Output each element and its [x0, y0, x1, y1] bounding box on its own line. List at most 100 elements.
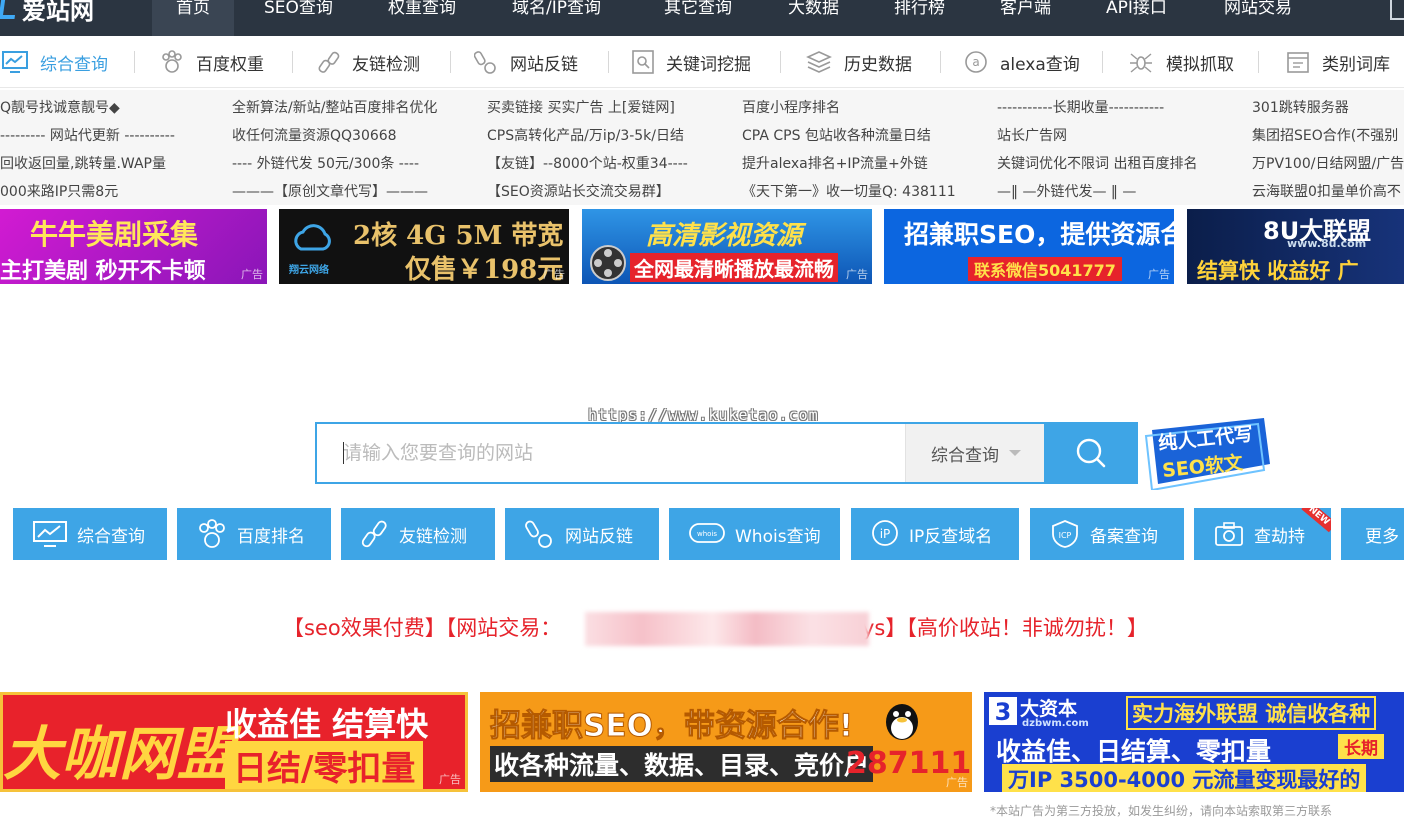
tool-history[interactable]: 历史数据	[806, 36, 912, 88]
ad-link[interactable]: —‖ —外链代发— ‖ —	[997, 178, 1197, 206]
divider	[292, 51, 293, 73]
quick-baidu-rank-button[interactable]: 百度排名	[177, 508, 331, 560]
ad-link[interactable]: 百度小程序排名	[742, 94, 956, 122]
nav-bigdata[interactable]: 大数据	[764, 0, 863, 36]
seo-article-badge[interactable]: 纯人工代写 SEO软文	[1144, 414, 1274, 492]
tool-keyword-mining[interactable]: 关键词挖掘	[632, 36, 751, 88]
ad-link[interactable]: 【SEO资源站长交流交易群】	[487, 178, 688, 206]
tool-category-words[interactable]: 类别词库	[1286, 36, 1390, 88]
quick-hijack-button[interactable]: 查劫持 NEW	[1194, 508, 1331, 560]
nav-corner-icon[interactable]	[1390, 0, 1404, 20]
ad-link[interactable]: 全新算法/新站/整站百度排名优化	[232, 94, 437, 122]
banner-ad-seo-job[interactable]: 招兼职SEO，提供资源合作 联系微信5041777 广告	[884, 209, 1174, 284]
nav-api[interactable]: API接口	[1082, 0, 1191, 36]
svg-text:iP: iP	[880, 527, 891, 541]
ad-link[interactable]: Q靓号找诚意靓号◆	[0, 94, 175, 122]
nav-home[interactable]: 首页	[152, 0, 234, 36]
tool-label: 关键词挖掘	[666, 54, 751, 75]
ad-link[interactable]: 万PV100/日结网盟/广告	[1252, 150, 1404, 178]
qq-penguin-icon	[886, 704, 918, 740]
quick-whois-button[interactable]: whois Whois查询	[669, 508, 840, 560]
nav-domain-ip[interactable]: 域名/IP查询	[488, 0, 625, 36]
banner-subline: 全网最清晰播放最流畅	[630, 253, 838, 282]
notice-left[interactable]: 【seo效果付费】【网站交易：	[283, 612, 561, 642]
link-column: 全新算法/新站/整站百度排名优化 收任何流量资源QQ30668 ---- 外链代…	[232, 94, 437, 206]
banner-ad-dakaw[interactable]: 大咖网盟 收益佳 结算快 日结/零扣量 广告	[0, 692, 468, 792]
ad-tag: 广告	[241, 268, 263, 281]
tool-crawl[interactable]: 模拟抓取	[1128, 36, 1234, 88]
divider	[780, 51, 781, 73]
banner-ad-8u[interactable]: 8U大联盟 www.8u.com 结算快 收益好 广	[1187, 209, 1404, 284]
ad-link[interactable]: -----------长期收量-----------	[997, 94, 1197, 122]
banner-subline: 收益佳、日结算、零扣量	[996, 737, 1272, 766]
select-value: 综合查询	[931, 445, 999, 466]
camera-icon	[1215, 522, 1243, 546]
link-column: 买卖链接 买实广告 上[爱链网] CPS高转化产品/万ip/3-5k/日结 【友…	[487, 94, 688, 206]
banner-tagline: 万IP 3500-4000 元流量变现最好的	[1002, 764, 1367, 792]
ad-link[interactable]: 买卖链接 买实广告 上[爱链网]	[487, 94, 688, 122]
quick-comprehensive-button[interactable]: 综合查询	[13, 508, 167, 560]
ad-link[interactable]: 云海联盟0扣量单价高不	[1252, 178, 1404, 206]
button-label: 友链检测	[399, 526, 467, 547]
divider	[1258, 51, 1259, 73]
tool-label: 类别词库	[1322, 54, 1390, 75]
banner-brand-url: dzbwm.com	[1022, 718, 1089, 729]
svg-text:whois: whois	[697, 530, 717, 538]
cloud-logo-icon	[294, 224, 331, 251]
tool-label: 模拟抓取	[1166, 54, 1234, 75]
banner-ad-dazibenwm[interactable]: 3 大资本 dzbwm.com 实力海外联盟 诚信收各种 收益佳、日结算、零扣量…	[984, 692, 1404, 792]
button-label: IP反查域名	[909, 526, 993, 547]
ad-link[interactable]: 关键词优化不限词 出租百度排名	[997, 150, 1197, 178]
ad-link[interactable]: ---- 外链代发 50元/300条 ----	[232, 150, 437, 178]
banner-ad-server[interactable]: 翔云网络 2核 4G 5M 带宽 仅售￥198元 广告	[279, 209, 569, 284]
ad-link[interactable]: 301跳转服务器	[1252, 94, 1404, 122]
search-input[interactable]	[317, 424, 905, 482]
search-type-select[interactable]: 综合查询	[905, 424, 1044, 482]
alexa-a-icon: a	[965, 51, 987, 73]
quick-backlinks-button[interactable]: 网站反链	[505, 508, 659, 560]
ad-link[interactable]: 【友链】--8000个站-权重34----	[487, 150, 688, 178]
nav-seo[interactable]: SEO查询	[240, 0, 357, 36]
backlink-icon	[525, 520, 552, 548]
divider	[1102, 51, 1103, 73]
banner-ad-meiju[interactable]: 牛牛美剧采集 主打美剧 秒开不卡顿 广告	[0, 209, 267, 284]
nav-weight[interactable]: 权重查询	[364, 0, 480, 36]
ad-link[interactable]: CPS高转化产品/万ip/3-5k/日结	[487, 122, 688, 150]
ad-link[interactable]: 收任何流量资源QQ30668	[232, 122, 437, 150]
ad-link[interactable]: 站长广告网	[997, 122, 1197, 150]
ad-link[interactable]: ———【原创文章代写】———	[232, 178, 437, 206]
notice-right[interactable]: ys】【高价收站！非诚勿扰！】	[862, 612, 1148, 642]
logo-text: 爱站网	[22, 0, 94, 25]
search-button[interactable]	[1044, 424, 1138, 482]
ad-link[interactable]: CPA CPS 包站收各种流量日结	[742, 122, 956, 150]
quick-ip-reverse-button[interactable]: iP IP反查域名	[851, 508, 1019, 560]
nav-ranking[interactable]: 排行榜	[870, 0, 969, 36]
tool-alexa[interactable]: a alexa查询	[964, 36, 1080, 88]
quick-icp-button[interactable]: ICP 备案查询	[1030, 508, 1184, 560]
tool-label: 百度权重	[196, 54, 264, 75]
tool-comprehensive[interactable]: 综合查询	[2, 36, 108, 88]
ad-link[interactable]: --------- 网站代更新 ----------	[0, 122, 175, 150]
site-logo[interactable]: 爱站网	[0, 0, 94, 26]
banner-tag: 长期	[1338, 734, 1384, 759]
tool-backlinks[interactable]: 网站反链	[474, 36, 578, 88]
tool-link-check[interactable]: 友链检测	[318, 36, 420, 88]
nav-client[interactable]: 客户端	[976, 0, 1075, 36]
banner-ad-seo-partner[interactable]: 招兼职SEO，带资源合作! 收各种流量、数据、目录、竞价户 287111 广告	[480, 692, 972, 792]
button-label: 查劫持	[1254, 526, 1305, 547]
banner-ad-video[interactable]: 高清影视资源 全网最清晰播放最流畅 广告	[582, 209, 872, 284]
quick-more-button[interactable]: 更多	[1341, 508, 1404, 560]
nav-trade[interactable]: 网站交易	[1200, 0, 1316, 36]
ad-link[interactable]: 000来路IP只需8元	[0, 178, 175, 206]
ad-link[interactable]: 回收返回量,跳转量.WAP量	[0, 150, 175, 178]
banner-brand: 翔云网络	[289, 265, 329, 276]
tool-baidu-weight[interactable]: 百度权重	[160, 36, 264, 88]
tool-label: alexa查询	[1000, 54, 1080, 75]
ad-link[interactable]: 集团招SEO合作(不强别	[1252, 122, 1404, 150]
ad-link[interactable]: 提升alexa排名+IP流量+外链	[742, 150, 956, 178]
nav-other[interactable]: 其它查询	[640, 0, 756, 36]
banner-headline: 2核 4G 5M 带宽	[353, 221, 564, 251]
ad-link[interactable]: 《天下第一》收一切量Q: 438111	[742, 178, 956, 206]
banner-subline: 仅售￥198元	[405, 255, 564, 284]
quick-link-check-button[interactable]: 友链检测	[341, 508, 495, 560]
